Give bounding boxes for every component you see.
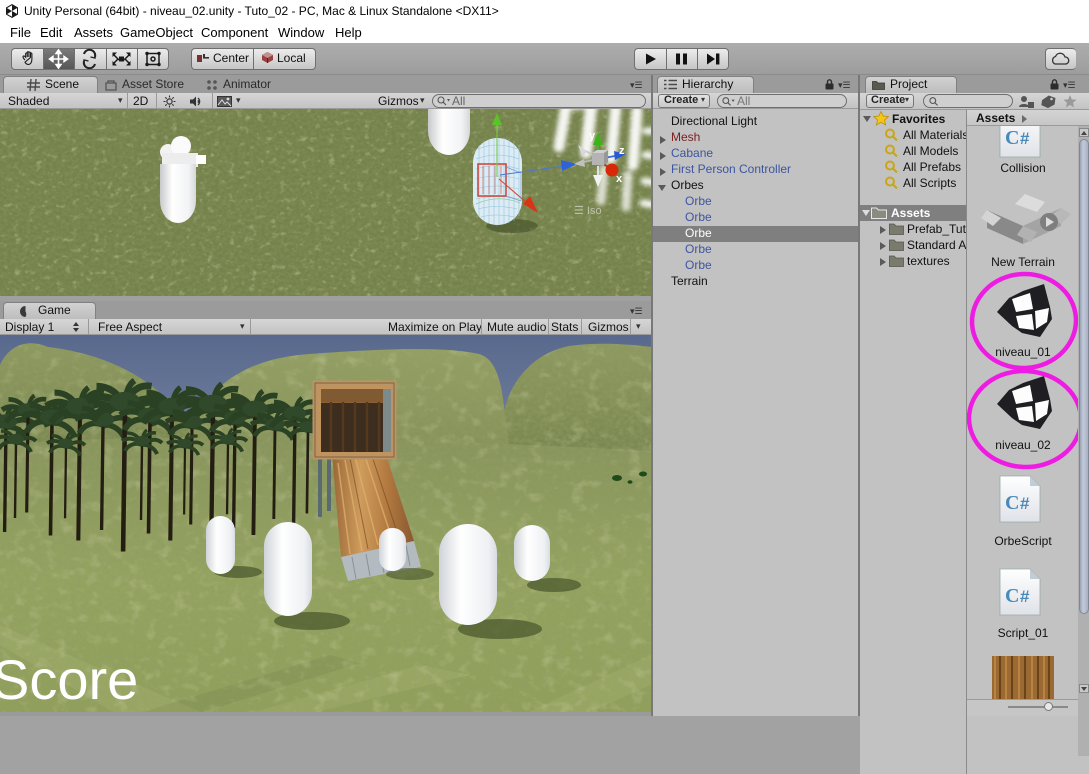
svg-text:☰ Iso: ☰ Iso (574, 205, 602, 217)
svg-text:niveau_01: niveau_01 (995, 345, 1051, 359)
svg-text:Score: Score (0, 648, 138, 711)
svg-text:Script_01: Script_01 (998, 626, 1049, 640)
svg-text:New Terrain: New Terrain (991, 255, 1055, 269)
svg-text:z: z (619, 145, 625, 157)
svg-text:OrbeScript: OrbeScript (994, 534, 1052, 548)
svg-text:Collision: Collision (1000, 161, 1045, 175)
svg-text:x: x (616, 173, 623, 185)
svg-text:niveau_02: niveau_02 (995, 438, 1051, 452)
svg-text:y: y (589, 130, 596, 142)
